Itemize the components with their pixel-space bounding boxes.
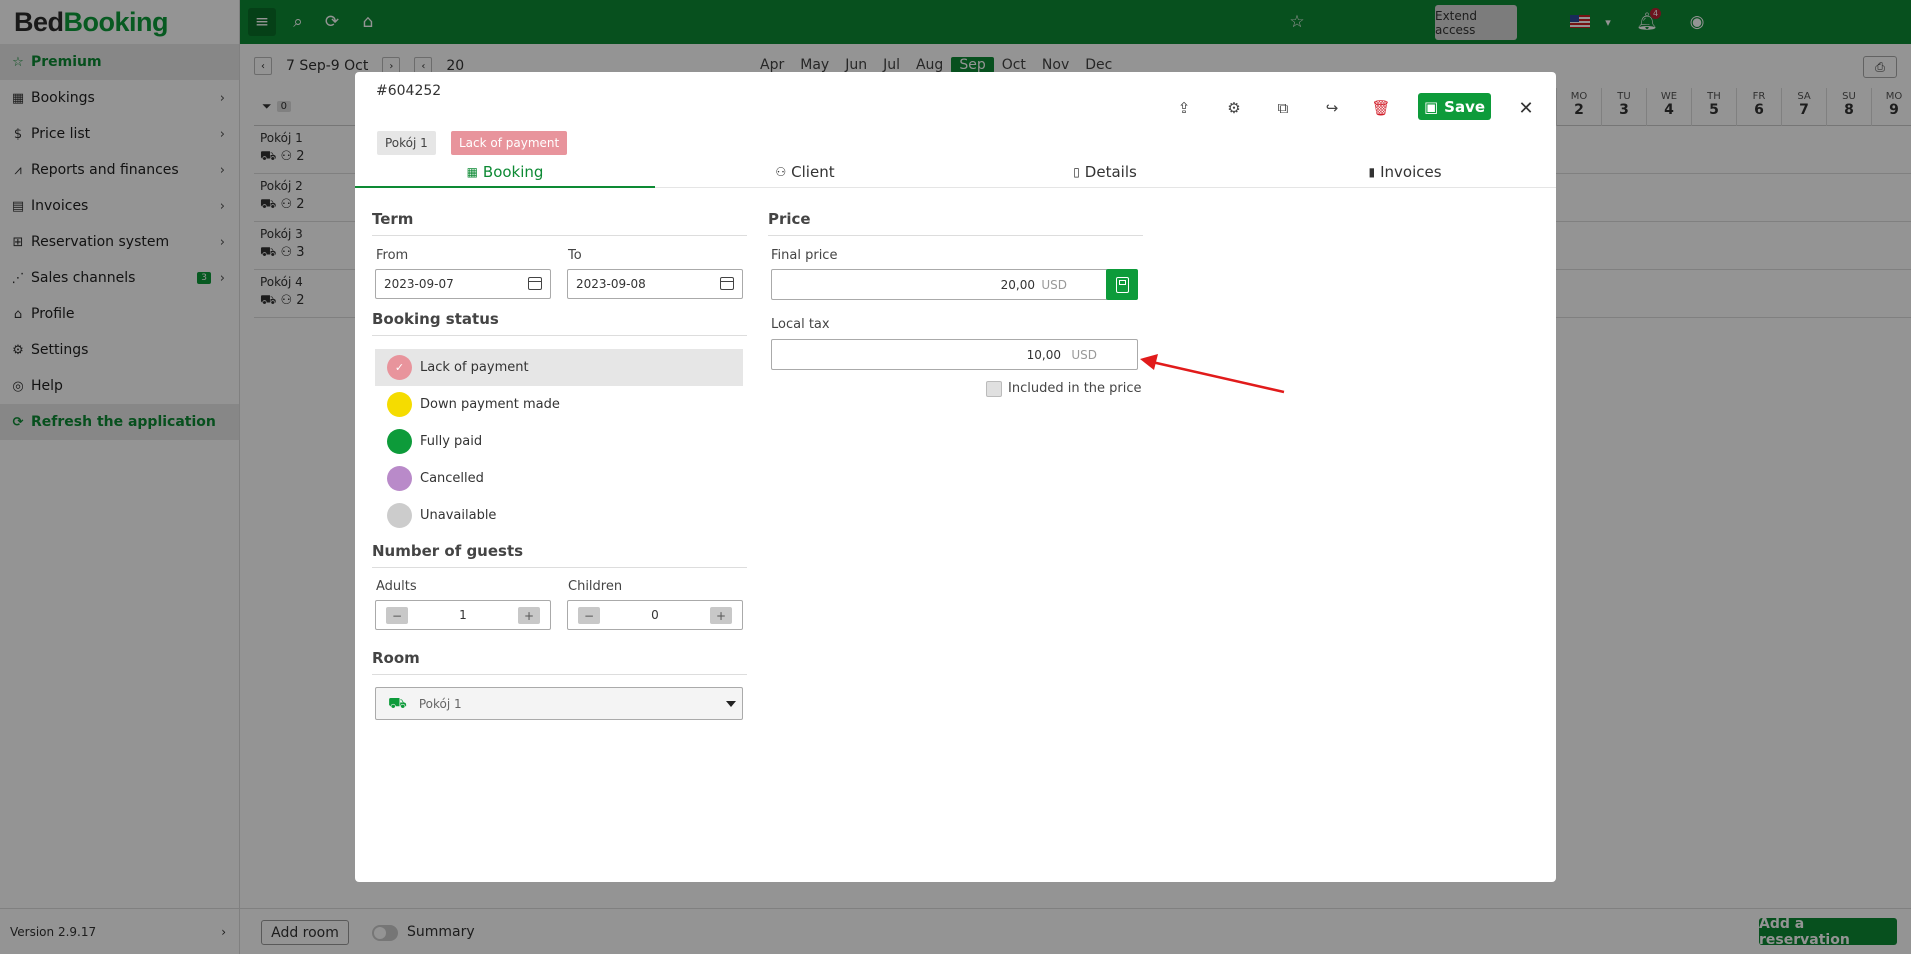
calculator-icon xyxy=(1115,276,1129,293)
status-option-label: Lack of payment xyxy=(420,360,529,375)
to-date-input[interactable]: 2023-09-08 xyxy=(567,269,743,299)
from-date-value: 2023-09-07 xyxy=(384,277,454,291)
export-icon[interactable]: ⇪ xyxy=(1170,94,1198,122)
children-stepper[interactable]: − 0 + xyxy=(567,600,743,630)
adults-increment-button[interactable]: + xyxy=(518,607,540,624)
duplicate-icon[interactable]: ⧉ xyxy=(1269,94,1297,122)
status-option-label: Fully paid xyxy=(420,434,483,449)
annotation-arrow-head xyxy=(1140,354,1158,370)
status-option-cancelled[interactable]: Cancelled xyxy=(375,460,743,497)
price-section-title: Price xyxy=(768,210,1143,236)
status-color-dot xyxy=(387,466,412,491)
calendar-icon: ▦ xyxy=(466,164,478,179)
save-label: Save xyxy=(1444,97,1486,116)
caret-down-icon xyxy=(726,701,736,707)
status-color-dot xyxy=(387,503,412,528)
forward-icon[interactable]: ↪ xyxy=(1318,94,1346,122)
floppy-icon: ▣ xyxy=(1423,97,1439,116)
room-select-value: Pokój 1 xyxy=(418,696,462,711)
tab-booking[interactable]: ▦ Booking xyxy=(355,156,655,188)
room-section-title: Room xyxy=(372,649,747,675)
status-color-dot xyxy=(387,392,412,417)
gear-icon[interactable]: ⚙ xyxy=(1220,94,1248,122)
tab-details[interactable]: ▯ Details xyxy=(955,156,1255,187)
to-date-value: 2023-09-08 xyxy=(576,277,646,291)
room-chip: Pokój 1 xyxy=(377,131,436,155)
check-icon: ✓ xyxy=(387,355,412,380)
adults-stepper[interactable]: − 1 + xyxy=(375,600,551,630)
status-option-label: Down payment made xyxy=(420,397,560,412)
price-calculator-button[interactable] xyxy=(1106,269,1138,300)
status-option-down-payment[interactable]: Down payment made xyxy=(375,386,743,423)
final-price-currency: USD xyxy=(1041,278,1067,292)
adults-decrement-button[interactable]: − xyxy=(386,607,408,624)
guests-section-title: Number of guests xyxy=(372,542,747,568)
status-option-unavailable[interactable]: Unavailable xyxy=(375,497,743,534)
status-option-fully-paid[interactable]: Fully paid xyxy=(375,423,743,460)
children-label: Children xyxy=(568,579,623,594)
status-badge: Lack of payment xyxy=(451,131,568,155)
local-tax-value: 10,00 xyxy=(1026,348,1061,362)
calendar-icon[interactable] xyxy=(528,277,542,290)
tab-label: Invoices xyxy=(1380,162,1442,181)
annotation-arrow xyxy=(1140,354,1285,394)
status-option-label: Unavailable xyxy=(420,508,497,523)
room-select[interactable]: ⛟︎ Pokój 1 xyxy=(375,687,743,720)
children-decrement-button[interactable]: − xyxy=(578,607,600,624)
booking-id: #604252 xyxy=(376,83,442,99)
included-in-price-checkbox[interactable] xyxy=(986,381,1002,397)
final-price-value: 20,00 xyxy=(1000,278,1035,292)
included-in-price-label[interactable]: Included in the price xyxy=(1008,381,1142,396)
children-increment-button[interactable]: + xyxy=(710,607,732,624)
to-label: To xyxy=(568,248,582,263)
status-color-dot xyxy=(387,429,412,454)
document-icon: ▯ xyxy=(1073,164,1080,179)
local-tax-input[interactable]: 10,00 USD xyxy=(771,339,1138,370)
local-tax-label: Local tax xyxy=(771,317,830,332)
save-button[interactable]: ▣ Save xyxy=(1418,93,1491,120)
booking-status-section-title: Booking status xyxy=(372,310,747,336)
booking-tabs: ▦ Booking ⚇ Client ▯ Details ▮ Invoices xyxy=(355,156,1556,188)
final-price-label: Final price xyxy=(771,248,838,263)
tab-label: Client xyxy=(791,162,835,181)
tab-client[interactable]: ⚇ Client xyxy=(655,156,955,187)
final-price-input[interactable]: 20,00 USD xyxy=(771,269,1108,300)
adults-label: Adults xyxy=(376,579,417,594)
calendar-icon[interactable] xyxy=(720,277,734,290)
from-date-input[interactable]: 2023-09-07 xyxy=(375,269,551,299)
booking-modal: #604252 Pokój 1 Lack of payment ⇪ ⚙ ⧉ ↪ … xyxy=(355,72,1556,882)
tab-label: Booking xyxy=(482,162,544,181)
annotation-arrow-line xyxy=(1151,360,1285,394)
status-option-label: Cancelled xyxy=(420,471,484,486)
tab-label: Details xyxy=(1084,162,1137,181)
invoice-icon: ▮ xyxy=(1368,164,1376,179)
bed-icon: ⛟︎ xyxy=(388,693,407,712)
from-label: From xyxy=(376,248,409,263)
status-option-lack-of-payment[interactable]: ✓ Lack of payment xyxy=(375,349,743,386)
close-icon[interactable]: ✕ xyxy=(1512,94,1540,122)
local-tax-currency: USD xyxy=(1071,348,1097,362)
tab-invoices[interactable]: ▮ Invoices xyxy=(1255,156,1555,187)
trash-icon[interactable]: 🗑︎ xyxy=(1367,94,1395,122)
user-icon: ⚇ xyxy=(775,164,787,179)
term-section-title: Term xyxy=(372,210,747,236)
